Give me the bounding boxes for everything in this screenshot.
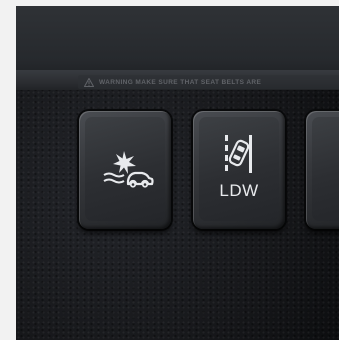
ldw-label: LDW (219, 181, 259, 200)
switch-face (312, 117, 339, 221)
warning-triangle-icon (84, 77, 94, 87)
warning-label: WARNING MAKE SURE THAT SEAT BELTS ARE (78, 75, 339, 89)
leather-texture (16, 90, 339, 340)
dashboard-photo: WARNING MAKE SURE THAT SEAT BELTS ARE LD… (16, 6, 339, 340)
warning-label-text: WARNING MAKE SURE THAT SEAT BELTS ARE (99, 78, 262, 86)
forward-collision-switch[interactable] (79, 111, 171, 229)
switch-panel: LDW (16, 90, 339, 340)
lane-departure-switch[interactable]: LDW (193, 111, 285, 229)
partial-switch[interactable] (306, 111, 339, 229)
lane-departure-icon (225, 135, 252, 173)
forward-collision-icon (103, 151, 154, 188)
